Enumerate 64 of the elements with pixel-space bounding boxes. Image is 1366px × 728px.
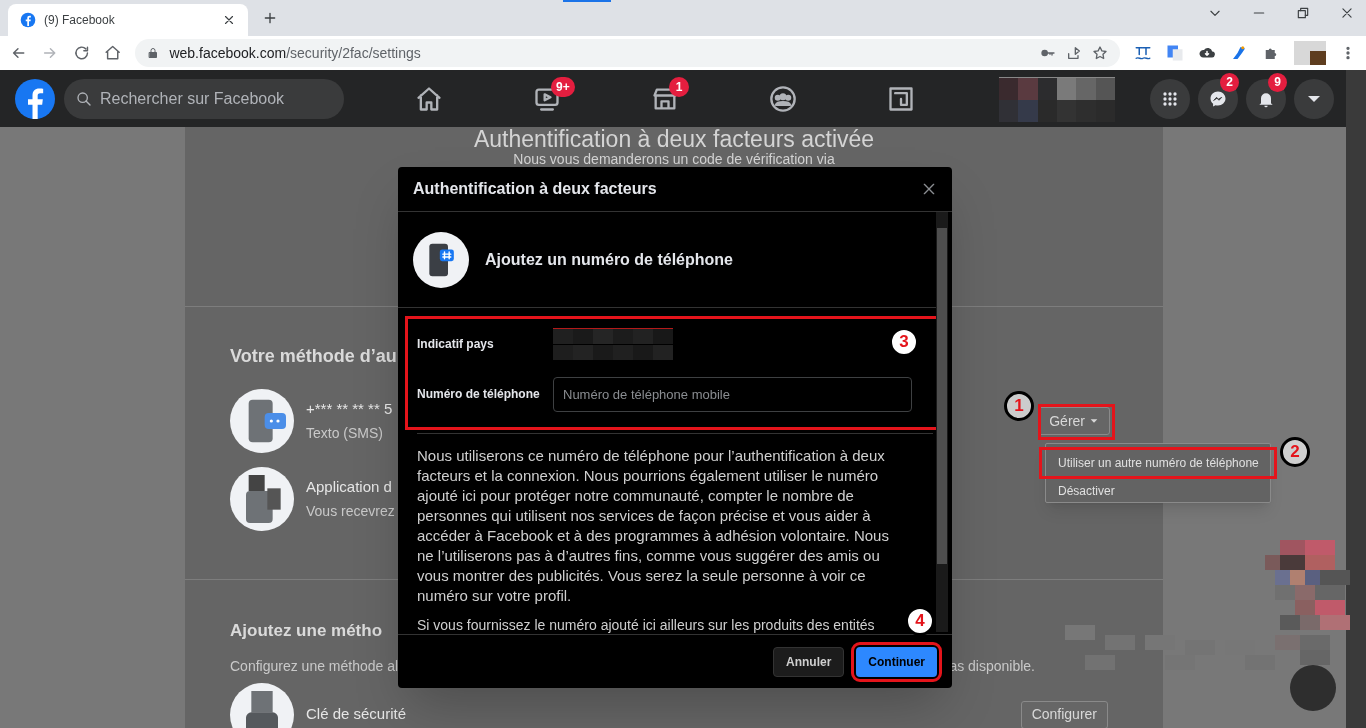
home-icon[interactable] xyxy=(104,44,122,62)
notification-badge: 9 xyxy=(1268,72,1287,92)
section-title: Ajoutez un numéro de téléphone xyxy=(485,249,733,270)
method-title: +*** ** ** ** 5 xyxy=(306,399,394,420)
section-title: Votre méthode d’au xyxy=(230,345,398,368)
notification-badge: 9+ xyxy=(551,76,575,97)
configure-button[interactable]: Configurer xyxy=(1020,700,1108,728)
facebook-logo-icon[interactable] xyxy=(15,78,55,119)
share-icon[interactable] xyxy=(1066,45,1082,61)
menu-item[interactable]: Désactiver xyxy=(1046,479,1270,503)
dialog-paragraph: Si vous fournissez le numéro ajouté ici ailleurs sur les produits des entités xyxy=(417,616,876,634)
scrollbar[interactable] xyxy=(936,212,948,632)
field-label: Numéro de téléphone xyxy=(417,386,541,403)
manage-button[interactable]: Gérer xyxy=(1038,407,1110,435)
lock-icon xyxy=(147,47,160,59)
section-description: Configurez une méthode al xyxy=(230,656,398,676)
notification-badge: 2 xyxy=(1220,72,1239,92)
close-icon[interactable] xyxy=(921,181,937,197)
translate-extension-icon[interactable] xyxy=(1166,44,1184,62)
facebook-favicon-icon xyxy=(20,12,36,28)
profile-avatar[interactable] xyxy=(1294,41,1326,65)
messenger-button[interactable] xyxy=(1198,78,1238,119)
bird-extension-icon[interactable] xyxy=(1230,44,1248,62)
phone-hashtag-icon xyxy=(413,231,469,288)
menu-button[interactable] xyxy=(1150,78,1190,119)
text-check-extension-icon[interactable] xyxy=(1134,44,1152,62)
step-number: 2 xyxy=(1280,437,1310,467)
phone-qr-code-icon xyxy=(230,467,294,531)
method-subtitle: Vous recevrez xyxy=(306,501,396,521)
url-text: web.facebook.com/security/2fac/settings xyxy=(169,43,422,63)
address-bar[interactable]: web.facebook.com/security/2fac/settings xyxy=(135,39,1120,67)
security-key-icon xyxy=(230,682,294,728)
section-title: Ajoutez une métho xyxy=(230,620,384,642)
notification-badge: 1 xyxy=(669,76,689,97)
cancel-button[interactable]: Annuler xyxy=(773,646,845,677)
star-icon[interactable] xyxy=(1092,45,1108,61)
restore-icon[interactable] xyxy=(1296,6,1310,20)
caret-icon xyxy=(1308,95,1320,102)
method-subtitle: Texto (SMS) xyxy=(306,423,384,443)
close-icon[interactable] xyxy=(1340,6,1354,20)
menu-item[interactable]: Utiliser un autre numéro de téléphone xyxy=(1039,447,1277,479)
groups-icon[interactable] xyxy=(769,84,797,113)
scrollbar[interactable] xyxy=(1346,70,1366,728)
phone-number-field[interactable]: Numéro de téléphone mobile xyxy=(553,376,912,412)
field-label: Indicatif pays xyxy=(417,336,495,353)
settings-subheading: Nous vous demanderons un code de vérification via xyxy=(513,151,835,167)
method-title: Application d xyxy=(306,477,393,498)
dialog-title: Authentification à deux facteurs xyxy=(413,179,658,199)
tab-title: (9) Facebook xyxy=(44,12,116,29)
notifications-button[interactable] xyxy=(1246,78,1286,119)
method-title: Clé de sécurité xyxy=(306,703,408,724)
new-message-button[interactable] xyxy=(1290,665,1336,711)
search-icon xyxy=(76,90,92,107)
phone-message-icon xyxy=(230,389,294,453)
close-icon[interactable] xyxy=(222,13,236,27)
dialog-paragraph: Nous utiliserons ce numéro de téléphone pour l’authentification à deux facteurs et la connexion. Nous pourrions également utiliser le numéro ajouté ici pour protéger notre communauté, compter le nombre de personnes qui utilisent nos services de façon précise et vous aider à accéder à Facebook et à des programmes à adhésion volontaire. Nous ne l’utiliserons pas à d’autres fins, comme vous suggérer des amis ou vous montrer des publicités. Vous serez la seule personne à voir ce numéro sur votre profil. xyxy=(417,446,890,606)
settings-heading: Authentification à deux facteurs activée xyxy=(473,127,875,151)
reload-icon[interactable] xyxy=(72,44,91,62)
new-tab-icon[interactable] xyxy=(262,10,278,26)
home-icon[interactable] xyxy=(415,84,443,113)
search-field[interactable]: Rechercher sur Facebook xyxy=(64,78,344,119)
browser-tab[interactable]: (9) Facebook xyxy=(8,4,248,36)
gaming-icon[interactable] xyxy=(887,84,915,113)
account-button[interactable] xyxy=(1294,78,1334,119)
